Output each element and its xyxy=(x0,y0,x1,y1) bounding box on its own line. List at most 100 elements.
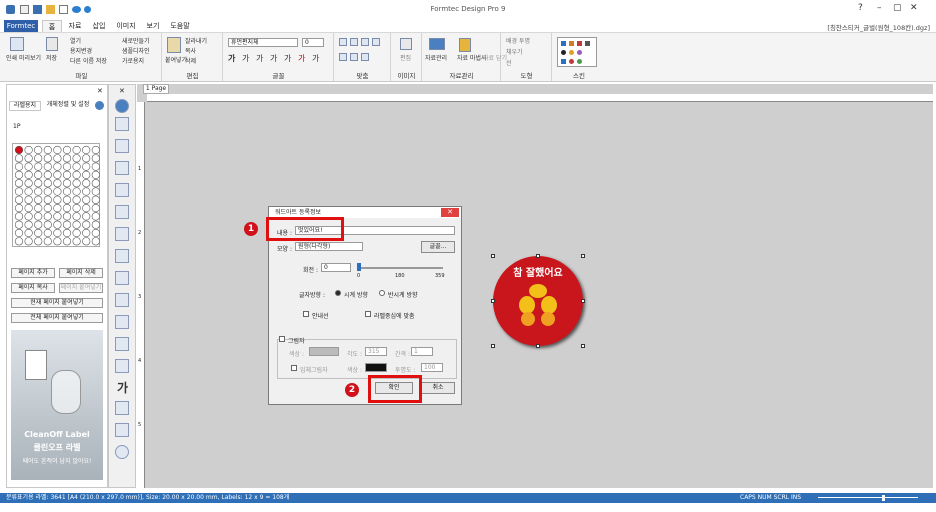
label-cell[interactable] xyxy=(53,228,62,238)
save-as-button[interactable]: 다른 이름 저장 xyxy=(70,56,107,65)
ad-banner[interactable]: CleanOff Label 클린오프 라벨 떼어도 흔적이 남지 않아요! xyxy=(11,330,103,480)
label-cell[interactable] xyxy=(82,228,91,238)
3d-shadow-checkbox[interactable] xyxy=(291,365,297,371)
label-cell[interactable] xyxy=(62,162,72,171)
label-cell[interactable] xyxy=(34,187,43,196)
label-cell[interactable] xyxy=(34,154,43,163)
resize-handle[interactable] xyxy=(581,254,585,258)
grid-tool-icon[interactable] xyxy=(115,139,129,153)
label-cell[interactable] xyxy=(34,237,43,246)
label-cell[interactable] xyxy=(43,212,52,221)
label-cell[interactable] xyxy=(34,170,43,180)
label-cell[interactable] xyxy=(24,162,33,171)
label-cell[interactable] xyxy=(72,228,81,238)
label-cell[interactable] xyxy=(14,212,24,221)
label-cell[interactable] xyxy=(24,220,33,229)
cancel-button[interactable]: 취소 xyxy=(421,382,455,394)
qr-tool-icon[interactable] xyxy=(115,205,129,219)
label-cell[interactable] xyxy=(43,203,52,213)
label-cell[interactable] xyxy=(43,154,52,163)
wordart-tool-icon[interactable] xyxy=(115,401,129,415)
align-justify-icon[interactable] xyxy=(372,38,380,46)
sticker-circle[interactable]: 참 잘했어요 xyxy=(493,256,583,346)
ruler-tool-icon[interactable] xyxy=(115,271,129,285)
label-cell[interactable] xyxy=(34,145,43,155)
align-bottom-icon[interactable] xyxy=(361,53,369,61)
label-cell[interactable] xyxy=(43,237,52,246)
align-middle-icon[interactable] xyxy=(350,53,358,61)
copy-page-button[interactable]: 페이지 복사 xyxy=(11,283,55,293)
strike-button[interactable]: 가 xyxy=(270,53,277,64)
label-cell[interactable] xyxy=(62,212,72,221)
label-cell[interactable] xyxy=(53,162,62,171)
dialog-close-button[interactable]: ✕ xyxy=(441,208,459,217)
label-cell[interactable] xyxy=(43,170,52,180)
label-cell[interactable] xyxy=(82,203,91,213)
tab-home[interactable]: 홈 xyxy=(42,20,62,32)
font-size-select[interactable]: 0 xyxy=(302,38,324,47)
label-cell[interactable] xyxy=(43,162,52,171)
label-cell[interactable] xyxy=(82,179,91,188)
label-cell[interactable] xyxy=(72,145,81,155)
skin-swatch-icon[interactable] xyxy=(561,59,566,64)
label-cell[interactable] xyxy=(62,228,72,238)
label-cell[interactable] xyxy=(91,179,100,188)
line-tool-icon[interactable] xyxy=(115,315,129,329)
sample-design-button[interactable]: 샘플디자인 xyxy=(122,46,150,55)
label-cell[interactable] xyxy=(14,195,24,204)
tab-help[interactable]: 도움말 xyxy=(166,20,194,32)
skin-swatch-icon[interactable] xyxy=(569,41,574,46)
skin-swatch-icon[interactable] xyxy=(561,50,566,55)
label-cell[interactable] xyxy=(43,220,52,229)
settings-icon[interactable] xyxy=(95,101,104,110)
transparent-bg-check[interactable]: 배경 투명 xyxy=(506,36,530,45)
label-cell[interactable] xyxy=(53,179,62,188)
label-cell[interactable] xyxy=(82,212,91,221)
label-cell[interactable] xyxy=(72,179,81,188)
angle-input[interactable]: 315 xyxy=(365,347,387,356)
fill-label[interactable]: 채우기 xyxy=(506,47,523,56)
print-preview-icon[interactable] xyxy=(10,37,24,51)
label-cell[interactable] xyxy=(24,154,33,163)
label-grid-preview[interactable] xyxy=(12,143,100,247)
add-page-button[interactable]: 페이지 추가 xyxy=(11,268,55,278)
paste-icon[interactable] xyxy=(167,37,181,53)
select-tool-icon[interactable] xyxy=(115,117,129,131)
label-cell[interactable] xyxy=(72,170,81,180)
rect-tool-icon[interactable] xyxy=(115,337,129,351)
label-cell[interactable] xyxy=(72,154,81,163)
label-cell[interactable] xyxy=(43,228,52,238)
skin-swatch-icon[interactable] xyxy=(569,50,574,55)
paste-all-pages-button[interactable]: 전체 페이지 붙여넣기 xyxy=(11,313,103,323)
label-cell[interactable] xyxy=(82,170,91,180)
shape-select[interactable]: 원형(다각형) xyxy=(295,242,363,251)
paste-page-button[interactable]: 페이지 붙여넣기 xyxy=(59,283,103,293)
design-canvas[interactable]: 1 Page 1 2 3 4 5 참 잘했어요 xyxy=(137,84,933,488)
shadow-color2-select[interactable] xyxy=(365,363,387,372)
label-cell[interactable] xyxy=(53,195,62,204)
label-cell[interactable] xyxy=(62,145,72,155)
shape-tool-icon[interactable] xyxy=(115,227,129,241)
skin-swatch-icon[interactable] xyxy=(577,59,582,64)
label-cell[interactable] xyxy=(43,187,52,196)
label-cell[interactable] xyxy=(62,187,72,196)
label-cell[interactable] xyxy=(72,220,81,229)
label-cell[interactable] xyxy=(24,212,33,221)
minimize-button[interactable]: – xyxy=(877,3,882,13)
shade-button[interactable]: 가 xyxy=(312,53,319,64)
tab-image[interactable]: 이미지 xyxy=(112,20,140,32)
align-center-icon[interactable] xyxy=(350,38,358,46)
label-cell[interactable] xyxy=(62,154,72,163)
label-cell[interactable] xyxy=(91,170,100,180)
help-icon[interactable]: ? xyxy=(858,3,863,13)
label-cell[interactable] xyxy=(62,170,72,180)
maximize-button[interactable]: ▢ xyxy=(893,3,902,13)
tab-insert[interactable]: 삽입 xyxy=(88,20,110,32)
label-cell[interactable] xyxy=(14,154,24,163)
delete-page-button[interactable]: 페이지 삭제 xyxy=(59,268,103,278)
label-cell[interactable] xyxy=(91,212,100,221)
text-tool-icon[interactable]: 가 xyxy=(117,379,128,396)
skin-gallery[interactable] xyxy=(557,37,597,67)
label-cell[interactable] xyxy=(53,145,62,155)
label-cell[interactable] xyxy=(91,145,100,155)
